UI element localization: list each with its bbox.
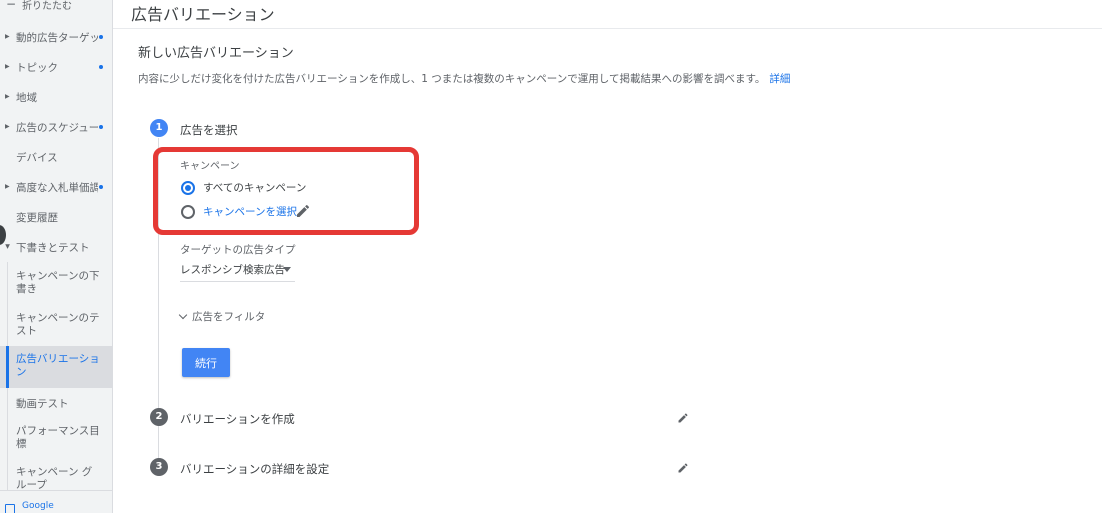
sidebar-item-campaign-groups[interactable]: キャンペーン グループ — [0, 466, 112, 492]
minus-icon: − — [6, 0, 17, 11]
filter-ads-label: 広告をフィルタ — [192, 311, 266, 323]
caret-right-icon: ▶ — [5, 93, 10, 100]
sidebar-item-campaign-experiments[interactable]: キャンペーンのテスト — [0, 312, 112, 340]
caret-right-icon: ▶ — [5, 183, 10, 190]
sidebar-item-label: 動的広告ターゲット — [16, 32, 98, 44]
ad-type-label: ターゲットの広告タイプ — [180, 244, 296, 256]
sidebar-item-label: 下書きとテスト — [16, 242, 90, 254]
header-divider — [113, 28, 1102, 29]
step-2-number: 2 — [150, 408, 168, 426]
sidebar-item-label: 地域 — [16, 92, 37, 104]
caret-down-icon: ▶ — [3, 244, 11, 249]
ad-type-dropdown[interactable]: レスポンシブ検索広告 — [180, 258, 295, 282]
description-text: 内容に少しだけ変化を付けた広告バリエーションを作成し、1 つまたは複数のキャンペ… — [138, 73, 766, 85]
status-dot-icon — [99, 65, 103, 69]
section-description: 内容に少しだけ変化を付けた広告バリエーションを作成し、1 つまたは複数のキャンペ… — [138, 71, 790, 86]
chevron-down-icon — [178, 310, 188, 320]
sidebar-item-label: デバイス — [16, 152, 58, 164]
status-dot-icon — [99, 35, 103, 39]
sidebar-item-locations[interactable]: ▶ 地域 — [0, 90, 112, 104]
sidebar-item-bid-adjustments[interactable]: ▶ 高度な入札単価調整 — [0, 180, 112, 194]
sidebar-item-label: 広告のスケジュール — [16, 122, 98, 134]
ad-type-value: レスポンシブ検索広告 — [180, 264, 285, 276]
sidebar-item-ad-variations[interactable]: 広告バリエーション — [0, 346, 112, 388]
status-dot-icon — [99, 185, 103, 189]
sidebar-footer[interactable]: Google — [0, 490, 112, 513]
sidebar-item-label: パフォーマンス目標 — [16, 425, 100, 450]
page-title: 広告バリエーション — [131, 5, 275, 24]
sidebar-item-label: 高度な入札単価調整 — [16, 182, 98, 194]
sidebar-collapse-label: 折りたたむ — [22, 1, 72, 12]
sidebar-item-label: キャンペーンの下書き — [16, 270, 100, 295]
sidebar-item-dynamic-targets[interactable]: ▶ 動的広告ターゲット — [0, 30, 112, 44]
sidebar-item-ad-schedule[interactable]: ▶ 広告のスケジュール — [0, 120, 112, 134]
sidebar-collapse[interactable]: − 折りたたむ — [0, 0, 112, 12]
sidebar-item-drafts-experiments[interactable]: ▶ 下書きとテスト — [0, 240, 112, 254]
sidebar-item-label: キャンペーンのテスト — [16, 312, 100, 337]
download-icon — [5, 504, 15, 513]
sidebar-item-video-experiments[interactable]: 動画テスト — [0, 396, 112, 410]
dropdown-arrow-icon — [283, 267, 291, 272]
sidebar: − 折りたたむ ▶ 動的広告ターゲット ▶ トピック ▶ 地域 ▶ 広告のスケジ… — [0, 0, 113, 513]
step-1-title: 広告を選択 — [180, 123, 238, 137]
sidebar-item-label: 動画テスト — [16, 398, 69, 410]
learn-more-link[interactable]: 詳細 — [769, 73, 790, 85]
sidebar-item-label: キャンペーン グループ — [16, 466, 93, 491]
edit-step-2-icon[interactable] — [677, 412, 689, 424]
step-1-number: 1 — [150, 119, 168, 137]
highlight-box — [153, 147, 419, 235]
edit-step-3-icon[interactable] — [677, 462, 689, 474]
status-dot-icon — [99, 125, 103, 129]
sidebar-item-topics[interactable]: ▶ トピック — [0, 60, 112, 74]
step-3-number: 3 — [150, 458, 168, 476]
sidebar-item-change-history[interactable]: 変更履歴 — [0, 210, 112, 224]
filter-ads-toggle[interactable]: 広告をフィルタ — [178, 309, 265, 324]
sidebar-item-label: 変更履歴 — [16, 212, 58, 224]
caret-right-icon: ▶ — [5, 123, 10, 130]
section-title: 新しい広告バリエーション — [138, 46, 294, 61]
sidebar-item-devices[interactable]: デバイス — [0, 150, 112, 164]
sidebar-item-campaign-drafts[interactable]: キャンペーンの下書き — [0, 270, 112, 298]
step-2-title: バリエーションを作成 — [180, 412, 295, 426]
sidebar-footer-label: Google — [22, 501, 54, 511]
active-indicator — [6, 346, 9, 388]
sidebar-item-performance-targets[interactable]: パフォーマンス目標 — [0, 425, 112, 453]
step-3-title: バリエーションの詳細を設定 — [180, 462, 330, 476]
caret-right-icon: ▶ — [5, 33, 10, 40]
continue-button[interactable]: 続行 — [182, 348, 230, 377]
sidebar-item-label: 広告バリエーション — [16, 353, 100, 378]
caret-right-icon: ▶ — [5, 63, 10, 70]
sidebar-item-label: トピック — [16, 62, 58, 74]
